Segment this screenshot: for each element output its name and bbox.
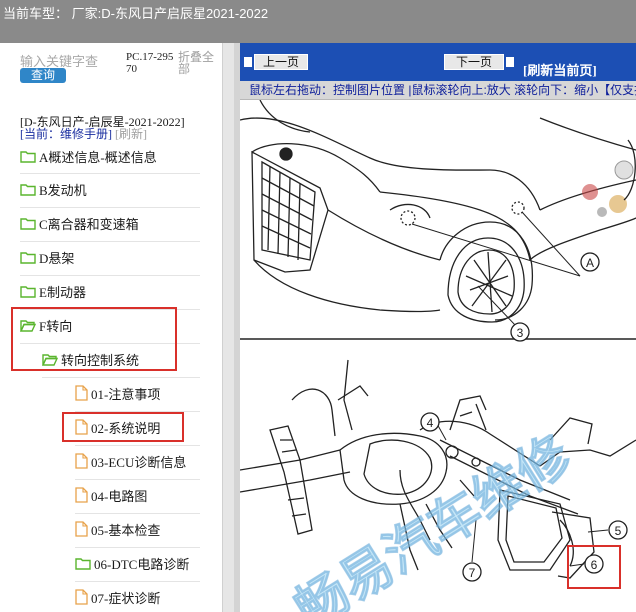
- tree-item-label: A概述信息-概述信息: [39, 149, 157, 165]
- document-icon: [75, 453, 88, 469]
- viewer-nav-bar: 上一页 下一页 [刷新当前页]: [240, 43, 636, 81]
- query-button[interactable]: 查询: [20, 68, 66, 83]
- document-icon: [75, 521, 88, 537]
- tree-item-overview[interactable]: A概述信息-概述信息: [20, 140, 157, 172]
- pc-code: PC.17-29570: [126, 51, 174, 75]
- steering-diagram[interactable]: A 3 4 5 6 7 畅易汽车维修: [240, 100, 636, 612]
- callout-3: 3: [510, 322, 530, 342]
- tree-item-ecu-diagnosis[interactable]: 03-ECU诊断信息: [75, 445, 186, 477]
- tree-item-label: 06-DTC电路诊断: [94, 556, 190, 572]
- title-bar: 当前车型： 厂家:D-东风日产启辰星2021-2022: [0, 0, 636, 43]
- tree-item-label: 03-ECU诊断信息: [91, 454, 187, 470]
- tree-item-engine[interactable]: B发动机: [20, 173, 87, 205]
- search-input[interactable]: [20, 53, 126, 69]
- refresh-link[interactable]: [刷新]: [115, 127, 147, 141]
- arrow-right-icon[interactable]: [506, 57, 514, 67]
- tree-item-label: 01-注意事项: [91, 386, 161, 402]
- tree-item-label: E制动器: [39, 284, 86, 300]
- svg-text:7: 7: [469, 566, 476, 580]
- tree-item-label: 05-基本检查: [91, 522, 161, 538]
- tree-item-label: 04-电路图: [91, 488, 148, 504]
- tree-item-label: 07-症状诊断: [91, 590, 161, 606]
- next-page-button[interactable]: 下一页: [444, 54, 504, 70]
- svg-text:5: 5: [615, 524, 622, 538]
- document-icon: [75, 487, 88, 503]
- steering-highlight-box: [11, 307, 177, 371]
- document-icon: [75, 385, 88, 401]
- folder-icon: [20, 251, 36, 264]
- folder-icon: [20, 285, 36, 298]
- tree-item-suspension[interactable]: D悬架: [20, 241, 74, 273]
- tree-item-label: D悬架: [39, 250, 75, 266]
- tree-item-label: B发动机: [39, 182, 87, 198]
- current-manual-label: [当前：维修手册]: [20, 127, 112, 141]
- folder-icon: [75, 557, 91, 570]
- folder-icon: [20, 150, 36, 163]
- tree-item-basic-inspection[interactable]: 05-基本检查: [75, 513, 160, 545]
- current-model-title: 当前车型： 厂家:D-东风日产启辰星2021-2022: [3, 6, 269, 21]
- fold-all-link[interactable]: 折叠全部: [178, 51, 218, 75]
- callout-a: A: [580, 252, 600, 272]
- svg-text:6: 6: [591, 558, 598, 572]
- folder-icon: [20, 217, 36, 230]
- tree-item-label: C离合器和变速箱: [39, 216, 139, 232]
- svg-text:3: 3: [517, 326, 524, 340]
- tree-item-brakes[interactable]: E制动器: [20, 275, 86, 307]
- arrow-left-icon[interactable]: [244, 57, 252, 67]
- tree-item-dtc-diagnosis[interactable]: 06-DTC电路诊断: [75, 547, 189, 579]
- viewer-panel: 上一页 下一页 [刷新当前页] 鼠标左右拖动：控制图片位置 |鼠标滚轮向上:放大…: [240, 43, 636, 612]
- zoom-hint-bar: 鼠标左右拖动：控制图片位置 |鼠标滚轮向上:放大 滚轮向下：缩小【仅支持IE: [240, 81, 636, 100]
- selected-item-highlight-box: [62, 412, 184, 442]
- tree-item-precautions[interactable]: 01-注意事项: [75, 377, 160, 409]
- left-panel: 查询 PC.17-29570 折叠全部 [D-东风日产-启辰星-2021-202…: [0, 43, 222, 612]
- folder-icon: [20, 183, 36, 196]
- tree-item-symptom-diagnosis[interactable]: 07-症状诊断: [75, 581, 160, 612]
- document-icon: [75, 589, 88, 605]
- tree-item-clutch-transmission[interactable]: C离合器和变速箱: [20, 207, 139, 239]
- svg-text:A: A: [586, 256, 594, 270]
- svg-text:4: 4: [427, 416, 434, 430]
- tree-item-wiring-diagram[interactable]: 04-电路图: [75, 479, 147, 511]
- refresh-page-link[interactable]: [刷新当前页]: [523, 60, 597, 79]
- prev-page-button[interactable]: 上一页: [254, 54, 308, 70]
